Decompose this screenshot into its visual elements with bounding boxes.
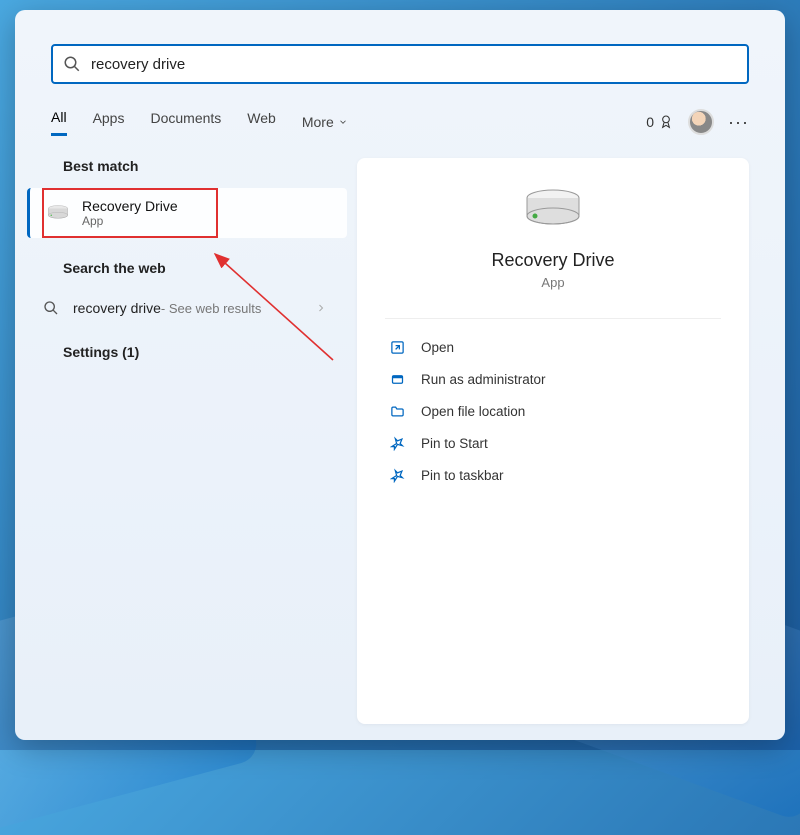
action-pin-taskbar[interactable]: Pin to taskbar [385, 459, 721, 491]
action-label: Run as administrator [421, 372, 546, 387]
action-open-location[interactable]: Open file location [385, 395, 721, 427]
best-match-item[interactable]: Recovery Drive App [27, 188, 347, 238]
open-icon [390, 340, 405, 355]
search-input[interactable] [91, 56, 737, 73]
medal-icon [658, 114, 674, 130]
best-match-header: Best match [63, 158, 347, 174]
detail-subtitle: App [541, 275, 564, 290]
web-result-item[interactable]: recovery drive - See web results [27, 290, 347, 326]
action-label: Open [421, 340, 454, 355]
rewards-count: 0 [646, 114, 654, 130]
action-pin-start[interactable]: Pin to Start [385, 427, 721, 459]
web-header: Search the web [63, 260, 347, 276]
chevron-right-icon [315, 302, 327, 314]
result-title: Recovery Drive [82, 198, 178, 214]
chevron-down-icon [338, 117, 348, 127]
action-label: Pin to taskbar [421, 468, 504, 483]
tabs-row: All Apps Documents Web More 0 ··· [51, 104, 749, 140]
action-list: Open Run as administrator Open file loca… [357, 319, 749, 503]
web-query-text: recovery drive [73, 300, 161, 316]
rewards-button[interactable]: 0 [646, 114, 674, 130]
pin-icon [390, 468, 405, 483]
search-panel: All Apps Documents Web More 0 ··· Best m… [15, 10, 785, 740]
action-label: Open file location [421, 404, 525, 419]
tab-apps[interactable]: Apps [93, 110, 125, 134]
search-icon [43, 300, 59, 316]
search-bar[interactable] [51, 44, 749, 84]
settings-header[interactable]: Settings (1) [63, 344, 347, 360]
detail-title: Recovery Drive [491, 250, 614, 271]
more-menu[interactable]: ··· [728, 112, 749, 133]
action-run-admin[interactable]: Run as administrator [385, 363, 721, 395]
tab-web[interactable]: Web [247, 110, 276, 134]
tab-documents[interactable]: Documents [150, 110, 221, 134]
detail-pane: Recovery Drive App Open Run as administr… [357, 158, 749, 724]
tab-all[interactable]: All [51, 109, 67, 136]
action-open[interactable]: Open [385, 331, 721, 363]
drive-icon [46, 204, 70, 222]
action-label: Pin to Start [421, 436, 488, 451]
tab-more[interactable]: More [302, 114, 348, 130]
search-icon [63, 55, 81, 73]
result-subtitle: App [82, 214, 178, 228]
results-column: Best match Recovery Drive App Search the… [27, 158, 347, 724]
shield-icon [390, 372, 405, 387]
user-avatar[interactable] [688, 109, 714, 135]
web-query-suffix: - See web results [161, 301, 261, 316]
drive-icon [521, 188, 585, 232]
pin-icon [390, 436, 405, 451]
folder-icon [390, 404, 405, 419]
